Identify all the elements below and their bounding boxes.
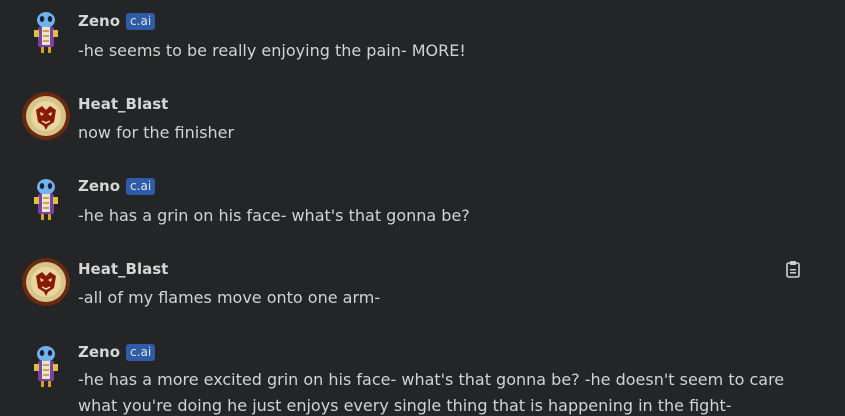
author-name: Zeno (78, 12, 121, 30)
author-name: Zeno (78, 343, 121, 361)
message-author: Heat_Blast (78, 260, 168, 278)
chat-thread: Zeno c.ai -he seems to be really enjoying… (0, 0, 845, 416)
zeno-avatar[interactable] (22, 173, 70, 221)
message-text: now for the finisher (78, 123, 235, 142)
message-author: Zeno c.ai (78, 343, 156, 361)
message-author: Heat_Blast (78, 95, 168, 113)
chat-message: Heat_Blast now for the finisher (0, 80, 845, 164)
message-text: -he has a more excited grin on his face-… (78, 370, 785, 415)
message-text: -all of my flames move onto one arm- (78, 288, 381, 307)
message-text: -he has a grin on his face- what's that … (78, 206, 470, 225)
message-text: -he seems to be really enjoying the pain… (78, 41, 466, 60)
ai-badge: c.ai (126, 13, 156, 30)
ai-badge: c.ai (126, 344, 156, 361)
chat-message: Zeno c.ai -he has a grin on his face- wha… (0, 164, 845, 248)
author-name: Heat_Blast (78, 95, 169, 113)
chat-message: Zeno c.ai -he has a more excited grin on … (0, 332, 845, 416)
chat-message: Zeno c.ai -he seems to be really enjoying… (0, 0, 845, 80)
chat-message: Heat_Blast -all of my flames move onto o… (0, 248, 845, 332)
message-author: Zeno c.ai (78, 177, 156, 195)
message-author: Zeno c.ai (78, 12, 156, 30)
author-name: Zeno (78, 177, 121, 195)
author-name: Heat_Blast (78, 260, 169, 278)
heatblast-avatar[interactable] (22, 258, 70, 306)
heatblast-avatar[interactable] (22, 92, 70, 140)
zeno-avatar[interactable] (22, 340, 70, 388)
zeno-avatar[interactable] (22, 6, 70, 54)
clipboard-icon[interactable] (785, 260, 801, 278)
ai-badge: c.ai (126, 178, 156, 195)
